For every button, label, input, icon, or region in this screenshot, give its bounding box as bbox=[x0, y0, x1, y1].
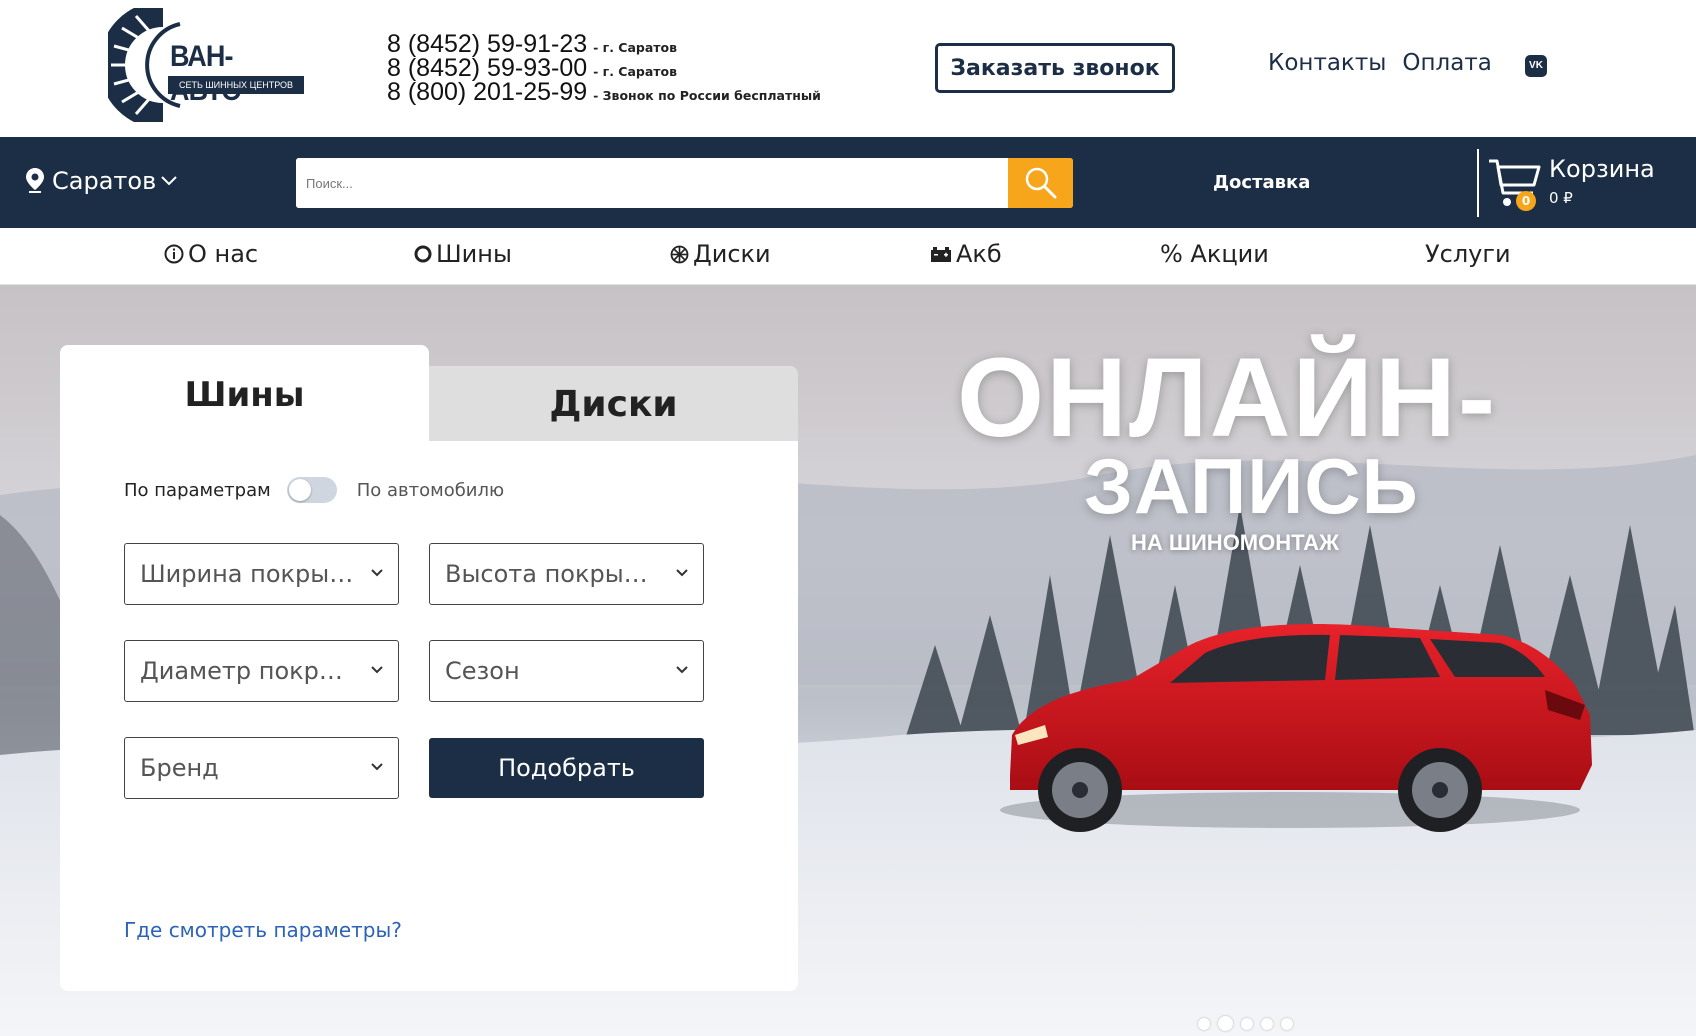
tire-selector-panel: Диски Шины По параметрам По автомобилю Ш… bbox=[60, 345, 798, 991]
search-button[interactable] bbox=[1008, 158, 1073, 208]
phone-note: - г. Саратов bbox=[593, 64, 678, 79]
search-input[interactable] bbox=[296, 158, 1008, 208]
hero-title-line2: ЗАПИСЬ bbox=[1084, 442, 1419, 530]
pick-button[interactable]: Подобрать bbox=[429, 738, 704, 798]
phone-number[interactable]: 8 (800) 201-25-99 bbox=[387, 78, 587, 107]
catalog-menu: О нас Шины Диски Акб % Акции Услуги bbox=[0, 228, 1696, 285]
brand-name: ВАН-АВТО bbox=[170, 40, 242, 107]
menu-item-promo[interactable]: % Акции bbox=[1160, 240, 1269, 268]
height-select[interactable]: Высота покрышки bbox=[429, 543, 704, 605]
vk-icon[interactable]: VK bbox=[1525, 55, 1547, 77]
switch-knob bbox=[288, 479, 311, 501]
callback-button[interactable]: Заказать звонок bbox=[935, 43, 1175, 93]
selector-body bbox=[60, 441, 798, 991]
cart-divider bbox=[1477, 149, 1479, 217]
select-value: Сезон bbox=[445, 657, 520, 685]
slider-dot[interactable] bbox=[1198, 1017, 1210, 1030]
phone-note: - Звонок по России бесплатный bbox=[593, 88, 821, 103]
menu-item-services[interactable]: Услуги bbox=[1425, 240, 1511, 268]
chevron-down-icon bbox=[161, 176, 177, 186]
battery-icon bbox=[930, 246, 952, 263]
tab-wheels[interactable]: Диски bbox=[429, 366, 798, 442]
menu-item-batteries[interactable]: Акб bbox=[930, 240, 1002, 268]
chevron-down-icon bbox=[371, 666, 383, 674]
phone-list: 8 (8452) 59-91-23 - г. Саратов 8 (8452) … bbox=[387, 30, 821, 106]
menu-item-wheels[interactable]: Диски bbox=[670, 240, 771, 268]
diameter-select[interactable]: Диаметр покрышки bbox=[124, 640, 399, 702]
select-value: Бренд bbox=[140, 754, 219, 782]
menu-item-label: Услуги bbox=[1425, 240, 1511, 268]
city-name: Саратов bbox=[52, 167, 157, 195]
slider-dot[interactable] bbox=[1281, 1017, 1293, 1030]
slider-dot-active[interactable] bbox=[1218, 1016, 1233, 1031]
phone-row: 8 (8452) 59-91-23 - г. Саратов bbox=[387, 30, 821, 58]
info-icon bbox=[164, 244, 184, 264]
select-value: Ширина покрышки bbox=[140, 560, 355, 588]
payment-link[interactable]: Оплата bbox=[1402, 50, 1491, 76]
menu-item-about[interactable]: О нас bbox=[164, 240, 258, 268]
mode-by-car-label[interactable]: По автомобилю bbox=[357, 480, 504, 501]
main-navbar: Саратов Доставка 0 Корзина 0 ₽ bbox=[0, 137, 1696, 228]
chevron-down-icon bbox=[676, 569, 688, 577]
slider-dot[interactable] bbox=[1261, 1017, 1273, 1030]
tab-tires[interactable]: Шины bbox=[60, 345, 429, 445]
cart-label: Корзина bbox=[1549, 155, 1655, 183]
contacts-link[interactable]: Контакты bbox=[1268, 50, 1386, 76]
mode-by-params-label[interactable]: По параметрам bbox=[124, 480, 271, 501]
search-bar bbox=[296, 158, 1073, 208]
chevron-down-icon bbox=[676, 666, 688, 674]
menu-item-label: Шины bbox=[436, 240, 512, 268]
chevron-down-icon bbox=[371, 569, 383, 577]
width-select[interactable]: Ширина покрышки bbox=[124, 543, 399, 605]
phone-row: 8 (8452) 59-93-00 - г. Саратов bbox=[387, 54, 821, 82]
chevron-down-icon bbox=[371, 763, 383, 771]
search-mode-toggle: По параметрам По автомобилю bbox=[124, 477, 504, 503]
select-value: Диаметр покрышки bbox=[140, 657, 355, 685]
header-links: Контакты Оплата bbox=[1268, 50, 1492, 76]
menu-item-label: % Акции bbox=[1160, 240, 1269, 268]
delivery-link[interactable]: Доставка bbox=[1213, 172, 1310, 193]
menu-item-tires[interactable]: Шины bbox=[414, 240, 512, 268]
cart-sum: 0 ₽ bbox=[1549, 189, 1573, 207]
tire-icon bbox=[414, 245, 432, 263]
brand-select[interactable]: Бренд bbox=[124, 737, 399, 799]
mode-switch[interactable] bbox=[286, 477, 337, 503]
site-logo[interactable]: ВАН-АВТО СЕТЬ ШИННЫХ ЦЕНТРОВ bbox=[108, 8, 304, 122]
city-selector[interactable]: Саратов bbox=[26, 167, 186, 195]
hero-subtitle: НА ШИНОМОНТАЖ bbox=[1131, 530, 1339, 555]
menu-item-label: Акб bbox=[956, 240, 1002, 268]
location-pin-icon bbox=[26, 168, 44, 193]
menu-item-label: О нас bbox=[188, 240, 259, 268]
search-icon bbox=[1025, 167, 1056, 199]
cart-count-badge: 0 bbox=[1516, 191, 1536, 211]
slider-dot[interactable] bbox=[1241, 1017, 1253, 1030]
top-header: ВАН-АВТО СЕТЬ ШИННЫХ ЦЕНТРОВ 8 (8452) 59… bbox=[0, 0, 1696, 137]
phone-note: - г. Саратов bbox=[593, 40, 678, 55]
select-value: Высота покрышки bbox=[445, 560, 660, 588]
season-select[interactable]: Сезон bbox=[429, 640, 704, 702]
brand-tagline: СЕТЬ ШИННЫХ ЦЕНТРОВ bbox=[168, 76, 304, 94]
slider-dots bbox=[1198, 1016, 1293, 1031]
wheel-rim-icon bbox=[670, 245, 689, 264]
cart-button[interactable]: 0 Корзина 0 ₽ bbox=[1487, 155, 1687, 215]
where-params-link[interactable]: Где смотреть параметры? bbox=[124, 918, 402, 942]
menu-item-label: Диски bbox=[693, 240, 771, 268]
phone-row: 8 (800) 201-25-99 - Звонок по России бес… bbox=[387, 78, 821, 106]
